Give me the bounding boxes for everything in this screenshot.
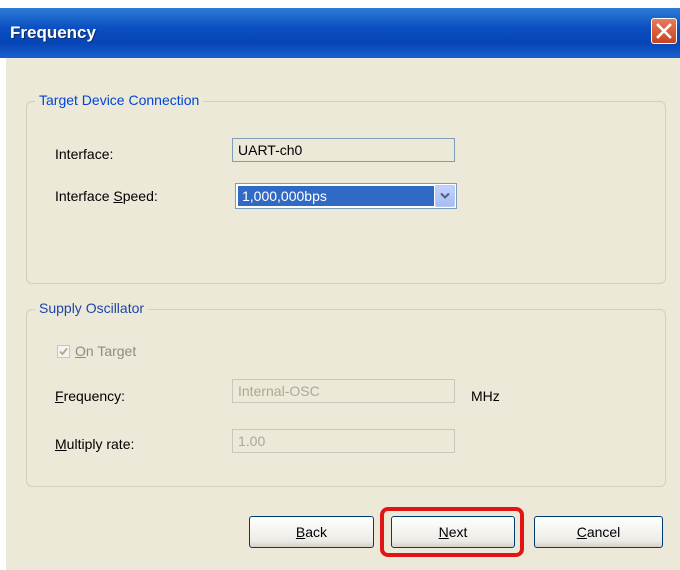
interface-speed-label: Interface Speed: xyxy=(55,188,158,204)
interface-label: Interface: xyxy=(55,146,114,162)
on-target-label: On Target xyxy=(75,343,137,359)
cancel-button[interactable]: Cancel xyxy=(534,516,663,548)
window-title: Frequency xyxy=(10,23,96,42)
back-button[interactable]: Back xyxy=(249,516,374,548)
dialog-body: Target Device Connection Interface: UART… xyxy=(6,58,680,570)
close-button[interactable] xyxy=(651,18,677,44)
title-bar: Frequency xyxy=(0,8,680,58)
group-title-target: Target Device Connection xyxy=(35,92,204,108)
frequency-unit-label: MHz xyxy=(471,388,500,404)
close-icon xyxy=(656,23,672,39)
on-target-checkbox[interactable] xyxy=(57,345,70,358)
dropdown-arrow-button[interactable] xyxy=(435,185,455,207)
multiply-rate-field: 1.00 xyxy=(232,429,455,453)
chevron-down-icon xyxy=(440,192,450,199)
interface-field: UART-ch0 xyxy=(232,138,455,162)
multiply-rate-label: Multiply rate: xyxy=(55,436,135,452)
checkmark-icon xyxy=(59,347,68,356)
frequency-label: Frequency: xyxy=(55,388,126,404)
interface-speed-select[interactable]: 1,000,000bps xyxy=(235,183,457,209)
interface-speed-value: 1,000,000bps xyxy=(238,186,434,206)
next-button[interactable]: Next xyxy=(391,516,515,548)
group-title-oscillator: Supply Oscillator xyxy=(35,300,149,316)
frequency-field: Internal-OSC xyxy=(232,379,455,403)
